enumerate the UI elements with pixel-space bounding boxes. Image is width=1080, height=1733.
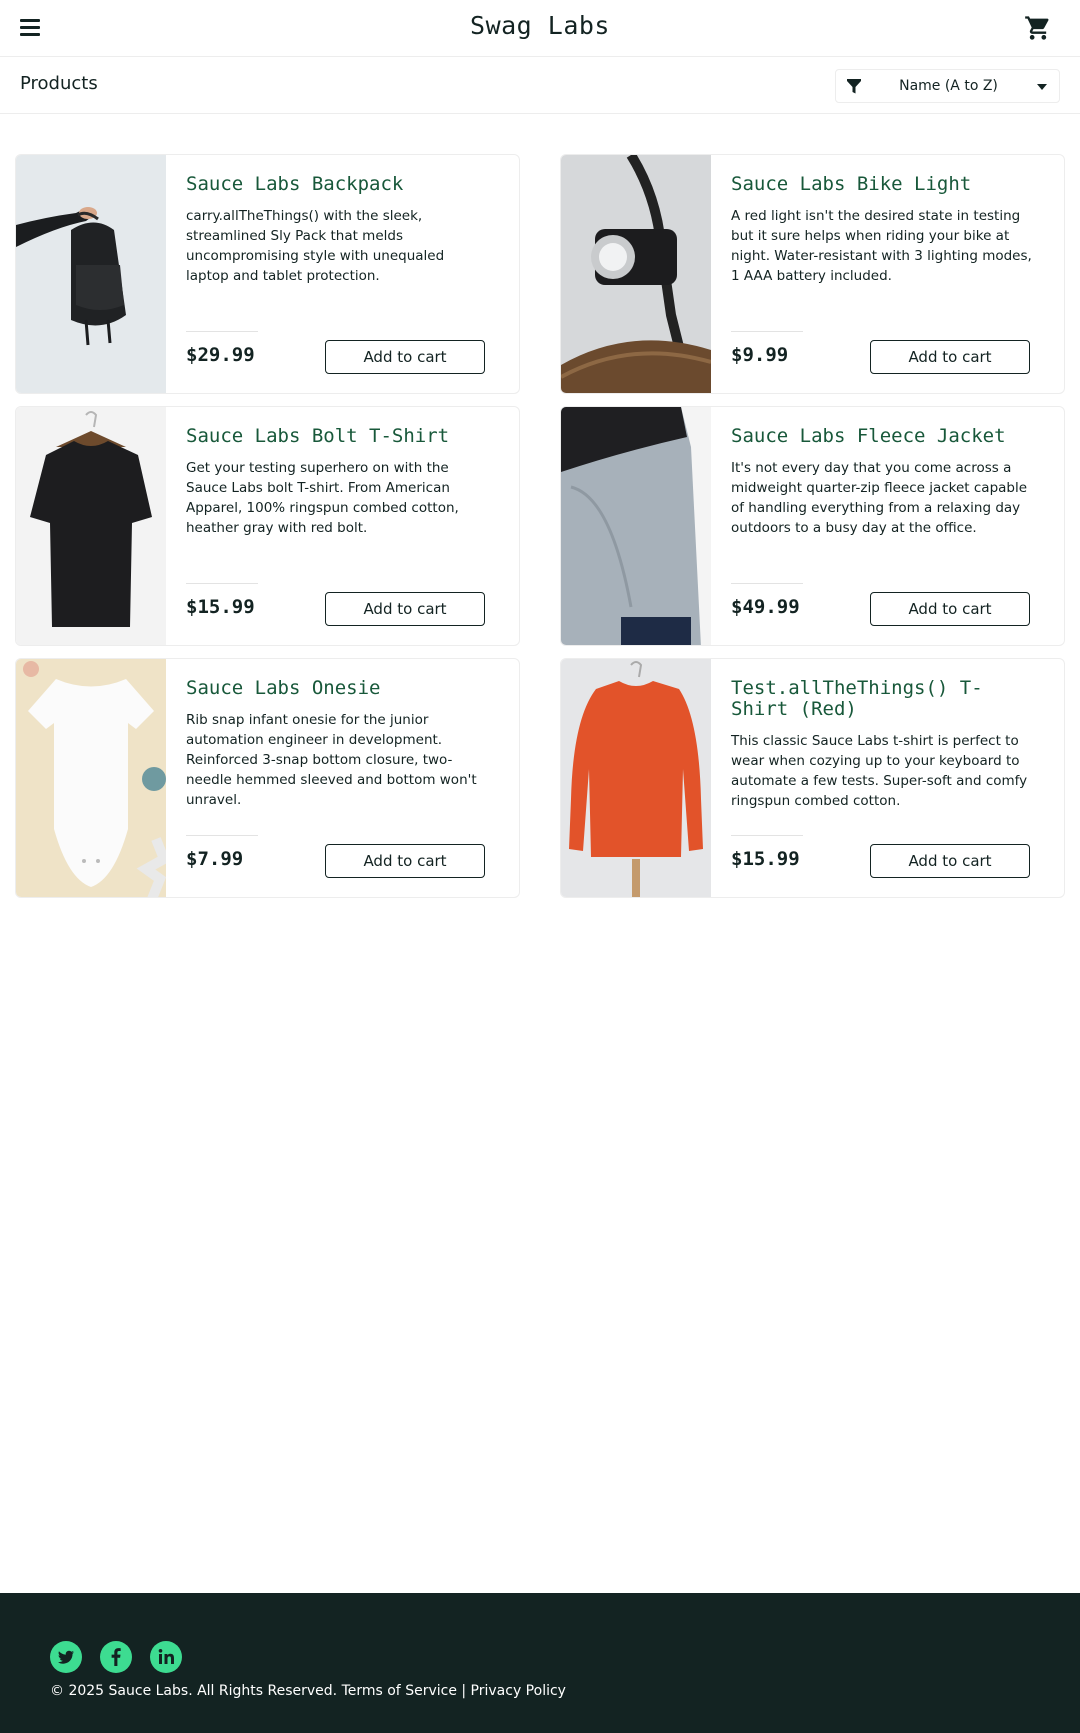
add-to-cart-button[interactable]: Add to cart	[325, 844, 485, 878]
product-name[interactable]: Sauce Labs Fleece Jacket	[731, 426, 1036, 447]
inventory-item: Sauce Labs Bike Light A red light isn't …	[560, 154, 1065, 394]
inventory-item: Sauce Labs Bolt T-Shirt Get your testing…	[15, 406, 520, 646]
inventory-item: Sauce Labs Onesie Rib snap infant onesie…	[15, 658, 520, 898]
product-price: $49.99	[731, 596, 800, 618]
inventory-item: Sauce Labs Backpack carry.allTheThings()…	[15, 154, 520, 394]
add-to-cart-button[interactable]: Add to cart	[325, 340, 485, 374]
product-description: Get your testing superhero on with the S…	[186, 460, 459, 536]
product-description: A red light isn't the desired state in t…	[731, 208, 1032, 284]
product-image-backpack[interactable]	[16, 155, 166, 393]
price-divider	[731, 583, 803, 584]
page-title: Products	[20, 73, 98, 94]
product-image-bolt-tshirt[interactable]	[16, 407, 166, 645]
product-name[interactable]: Test.allTheThings() T-Shirt (Red)	[731, 678, 1036, 720]
price-divider	[731, 835, 803, 836]
product-description: carry.allTheThings() with the sleek, str…	[186, 208, 445, 284]
footer-copyright: © 2025 Sauce Labs. All Rights Reserved. …	[50, 1683, 566, 1699]
sort-dropdown[interactable]: Name (A to Z)	[835, 69, 1060, 103]
product-description: Rib snap infant onesie for the junior au…	[186, 712, 477, 808]
add-to-cart-button[interactable]: Add to cart	[870, 844, 1030, 878]
twitter-icon[interactable]	[50, 1641, 82, 1673]
shopping-cart-icon[interactable]	[1024, 14, 1052, 42]
product-name[interactable]: Sauce Labs Bolt T-Shirt	[186, 426, 491, 447]
inventory-item: Test.allTheThings() T-Shirt (Red) This c…	[560, 658, 1065, 898]
product-image-fleece-jacket[interactable]	[561, 407, 711, 645]
app-logo-title: Swag Labs	[470, 11, 610, 40]
secondary-header: Products Name (A to Z)	[0, 57, 1080, 114]
product-description: This classic Sauce Labs t-shirt is perfe…	[731, 733, 1028, 809]
sort-selected-value: Name (A to Z)	[899, 78, 998, 94]
product-price: $9.99	[731, 344, 789, 366]
price-divider	[186, 583, 258, 584]
product-image-onesie[interactable]	[16, 659, 166, 897]
product-name[interactable]: Sauce Labs Onesie	[186, 678, 491, 699]
linkedin-icon[interactable]	[150, 1641, 182, 1673]
add-to-cart-button[interactable]: Add to cart	[325, 592, 485, 626]
product-image-bike-light[interactable]	[561, 155, 711, 393]
facebook-icon[interactable]	[100, 1641, 132, 1673]
inventory-item: Sauce Labs Fleece Jacket It's not every …	[560, 406, 1065, 646]
chevron-down-icon	[1037, 84, 1047, 90]
product-price: $15.99	[186, 596, 255, 618]
product-price: $29.99	[186, 344, 255, 366]
product-name[interactable]: Sauce Labs Backpack	[186, 174, 491, 195]
price-divider	[186, 835, 258, 836]
price-divider	[731, 331, 803, 332]
product-name[interactable]: Sauce Labs Bike Light	[731, 174, 1036, 195]
product-price: $7.99	[186, 848, 244, 870]
footer: © 2025 Sauce Labs. All Rights Reserved. …	[0, 1593, 1080, 1733]
product-description: It's not every day that you come across …	[731, 460, 1028, 536]
primary-header: Swag Labs	[0, 0, 1080, 57]
price-divider	[186, 331, 258, 332]
product-image-red-tshirt[interactable]	[561, 659, 711, 897]
add-to-cart-button[interactable]: Add to cart	[870, 340, 1030, 374]
add-to-cart-button[interactable]: Add to cart	[870, 592, 1030, 626]
product-price: $15.99	[731, 848, 800, 870]
